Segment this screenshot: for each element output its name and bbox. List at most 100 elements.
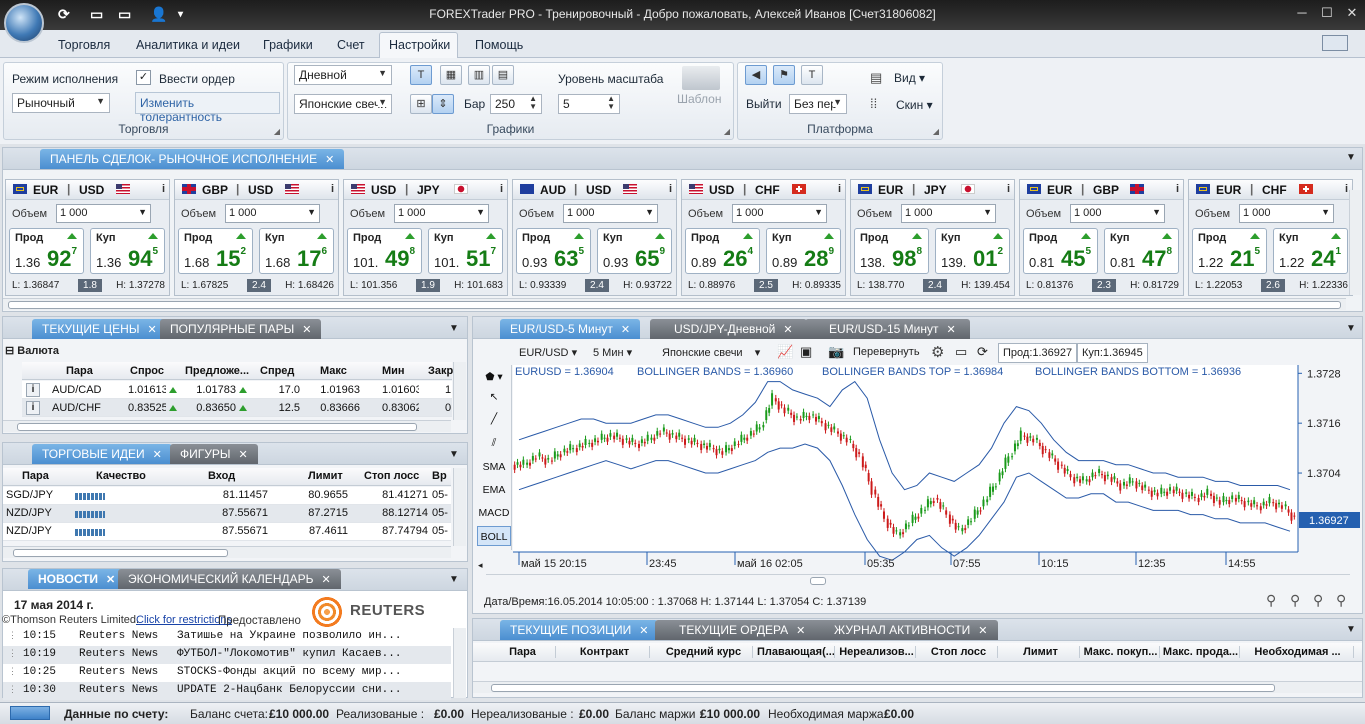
column-header[interactable]: Макс. прода... — [1162, 646, 1240, 658]
tool-ema[interactable]: EMA — [477, 480, 511, 500]
tab-news[interactable]: НОВОСТИ ✕ — [28, 569, 126, 589]
sell-button[interactable]: Прод 1.36 927 — [9, 228, 84, 274]
camera-icon[interactable]: 📷 — [828, 344, 844, 360]
tab-chart-eurusd-5m[interactable]: EUR/USD-5 Минут ✕ — [500, 319, 641, 339]
grid-icon[interactable]: ▦ — [440, 65, 462, 85]
close-icon[interactable]: ✕ — [783, 324, 792, 336]
scale-stepper[interactable]: 5 ▲ ▼ — [558, 94, 620, 114]
scroll-thumb[interactable] — [810, 577, 826, 585]
info-icon[interactable]: i — [1007, 183, 1010, 195]
close-icon[interactable]: ✕ — [302, 324, 311, 336]
chart-type-select[interactable]: Японские свечи ▼ — [294, 94, 392, 114]
ideas-vscrollbar[interactable] — [453, 468, 466, 546]
gear-icon[interactable]: ⚙ — [931, 343, 944, 361]
column-header[interactable]: Макс — [320, 365, 375, 377]
column-header[interactable]: Средний курс — [655, 646, 753, 658]
chart-symbol-select[interactable]: EUR/USD ▾ — [519, 346, 577, 359]
close-icon[interactable]: ✕ — [796, 625, 805, 637]
deals-scrollbar[interactable] — [3, 298, 1346, 310]
tab-charts[interactable]: Графики — [263, 38, 313, 52]
info-icon[interactable]: i — [669, 183, 672, 195]
flag-icon[interactable]: ⚑ — [773, 65, 795, 85]
refresh-icon[interactable]: ⟳ — [977, 344, 988, 360]
minimize-button[interactable]: ─ — [1290, 5, 1314, 20]
enter-order-checkbox[interactable]: ✓ — [136, 70, 151, 85]
indicators-icon[interactable]: 📈 — [777, 344, 793, 360]
bars-stepper[interactable]: 250 ▲ ▼ — [490, 94, 542, 114]
tab-settings[interactable]: Настройки — [389, 38, 450, 52]
sell-button[interactable]: Прод 0.93 635 — [516, 228, 591, 274]
template-label[interactable]: Шаблон — [677, 92, 721, 106]
scroll-thumb[interactable] — [491, 684, 1275, 692]
timeframe-select[interactable]: Дневной ▼ — [294, 65, 392, 85]
prices-vscrollbar[interactable] — [453, 362, 466, 420]
column-header[interactable]: Вход — [208, 470, 238, 482]
buy-button[interactable]: Куп 0.81 478 — [1104, 228, 1179, 274]
column-header[interactable]: Мин — [382, 365, 432, 377]
dialog-launcher-icon[interactable]: ◢ — [933, 127, 939, 136]
column-header[interactable]: Лимит — [1002, 646, 1080, 658]
tab-analytics[interactable]: Аналитика и идеи — [136, 38, 240, 52]
info-icon[interactable]: i — [162, 183, 165, 195]
tab-deals-panel[interactable]: ПАНЕЛЬ СДЕЛОК- РЫНОЧНОЕ ИСПОЛНЕНИЕ ✕ — [40, 149, 345, 169]
info-icon[interactable]: i — [331, 183, 334, 195]
buy-button[interactable]: Куп 1.68 176 — [259, 228, 334, 274]
zoom-out-icon[interactable]: ⚲ — [1266, 592, 1276, 609]
info-icon[interactable]: i — [500, 183, 503, 195]
column-header[interactable]: Макс. покуп... — [1082, 646, 1160, 658]
close-icon[interactable]: ✕ — [639, 625, 648, 637]
tab-trading[interactable]: Торговля — [58, 38, 110, 52]
chart-type-select[interactable]: Японские свечи ▾ — [662, 346, 760, 359]
tab-help[interactable]: Помощь — [475, 38, 523, 52]
exec-mode-select[interactable]: Рыночный ▼ — [12, 93, 110, 113]
ideas-scrollbar[interactable] — [3, 546, 451, 558]
search-icon[interactable]: ⚲ — [1336, 592, 1346, 609]
column-header[interactable]: Пара — [490, 646, 556, 658]
stepper-icon[interactable]: ▲ ▼ — [529, 95, 537, 111]
panel-menu-icon[interactable]: ▼ — [449, 449, 459, 460]
prices-scrollbar[interactable] — [3, 420, 451, 432]
channel-tool-icon[interactable]: ⫽ — [477, 433, 511, 453]
column-header[interactable]: Спрос — [130, 365, 182, 377]
close-icon[interactable]: ✕ — [325, 154, 334, 166]
flip-button[interactable]: Перевернуть — [853, 346, 920, 358]
save-icon[interactable]: ▣ — [800, 344, 812, 360]
sell-button[interactable]: Прод 1.68 152 — [178, 228, 253, 274]
shapes-icon[interactable]: ⬟ ▾ — [477, 367, 511, 387]
tab-figures[interactable]: ФИГУРЫ ✕ — [170, 444, 258, 464]
volume-select[interactable]: 1 000 ▼ — [563, 204, 658, 223]
positions-scrollbar[interactable] — [473, 681, 1362, 693]
info-icon[interactable]: i — [26, 383, 40, 397]
tab-current-orders[interactable]: ТЕКУЩИЕ ОРДЕРА ✕ — [655, 620, 816, 640]
price-chart[interactable]: EURUSD = 1.36904 BOLLINGER BANDS = 1.3696… — [513, 365, 1361, 577]
info-icon[interactable]: i — [838, 183, 841, 195]
column-header[interactable]: Спред — [260, 365, 300, 377]
panel-menu-icon[interactable]: ▼ — [1346, 323, 1356, 334]
window-icon[interactable]: ▭ — [955, 344, 967, 360]
panel-menu-icon[interactable]: ▼ — [449, 574, 459, 585]
app-menu-button[interactable] — [4, 3, 44, 43]
column-header[interactable]: Стоп лосс — [364, 470, 422, 482]
chart-timeframe-select[interactable]: 5 Мин ▾ — [593, 346, 632, 359]
volume-select[interactable]: 1 000 ▼ — [1070, 204, 1165, 223]
close-icon[interactable]: ✕ — [322, 574, 331, 586]
info-icon[interactable]: i — [1345, 183, 1348, 195]
autoscale-icon[interactable]: ⇕ — [432, 94, 454, 114]
panel-menu-icon[interactable]: ▼ — [1346, 624, 1356, 635]
maximize-button[interactable]: ☐ — [1315, 5, 1339, 21]
news-item[interactable]: ⋮ 10:25 Reuters News STOCKS-Фонды акций по … — [3, 664, 451, 682]
column-header[interactable]: Нереализов... — [838, 646, 916, 658]
scroll-thumb[interactable] — [13, 549, 228, 557]
column-header[interactable]: Закр — [428, 365, 453, 377]
tab-chart-usdjpy-d[interactable]: USD/JPY-Дневной ✕ — [650, 319, 807, 339]
template-icon[interactable] — [682, 66, 720, 90]
group-row[interactable]: ⊟ Валюта — [5, 344, 59, 357]
skin-icon[interactable]: ⁞⁞ — [870, 96, 877, 111]
close-button[interactable]: ✕ — [1340, 5, 1364, 21]
panel-menu-icon[interactable]: ▼ — [1346, 152, 1356, 163]
change-tolerance-button[interactable]: Изменить толерантность — [135, 92, 280, 124]
dialog-launcher-icon[interactable]: ◢ — [724, 127, 730, 136]
zoom-in-icon[interactable]: ⚲ — [1290, 592, 1300, 609]
tab-current-prices[interactable]: ТЕКУЩИЕ ЦЕНЫ ✕ — [32, 319, 167, 339]
tool-sma[interactable]: SMA — [477, 457, 511, 477]
